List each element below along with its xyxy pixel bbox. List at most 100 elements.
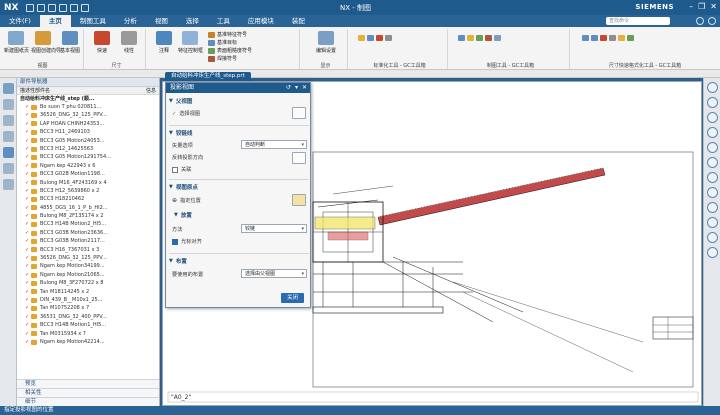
navigator-tree-item[interactable]: ✓ 4855_DGS_16_1_P_b_HI2... (17, 204, 159, 212)
undo-icon[interactable] (37, 3, 45, 12)
draft-tool-icon-2[interactable] (467, 35, 474, 41)
navigator-tree-item[interactable]: ✓ Bulong M16_4F243169 x 4 (17, 179, 159, 187)
navigator-tree-item[interactable]: ✓ Ngam kep 422943 x 6 (17, 162, 159, 170)
datum-target-button[interactable]: 基准目标 (208, 39, 237, 46)
specify-location-row[interactable]: ⊕ 指定位置 (172, 197, 201, 204)
linear-dimension-button[interactable]: 线性 (117, 31, 141, 54)
navigator-tree-item[interactable]: ✓ BCC3 G03B Motion23636... (17, 229, 159, 237)
navigator-tree-item[interactable]: ✓ Bulong M8_3F270722 x 8 (17, 279, 159, 287)
std-tool-icon-2[interactable] (367, 35, 374, 41)
redo-icon[interactable] (48, 3, 56, 12)
fit-view-icon[interactable] (706, 82, 718, 93)
associative-checkbox[interactable] (172, 166, 178, 173)
surface-finish-button[interactable]: 表面粗糙度符号 (208, 47, 252, 54)
tab-home[interactable]: 主页 (39, 15, 71, 27)
navigator-tree-item[interactable]: ✓ BCC3 G05 Motion24053... (17, 137, 159, 145)
navigator-tree-item[interactable]: ✓ BCC3 G03B Motion2117... (17, 237, 159, 245)
method-select[interactable]: 铰链 (241, 224, 307, 233)
navigator-tree-item[interactable]: ✓ BCC3 H12_5639860 x 2 (17, 187, 159, 195)
datum-feature-symbol-button[interactable]: 基准特征符号 (208, 31, 247, 38)
feature-control-frame-button[interactable]: 特征控制框 (178, 31, 203, 54)
tab-file[interactable]: 文件(F) (0, 15, 40, 27)
navigator-tree-item[interactable]: ✓ 36526_DNG_32_125_PPV... (17, 111, 159, 119)
navigator-tree-item[interactable]: ✓ DIN_439_B__M10x1_25... (17, 296, 159, 304)
draft-tool-icon-4[interactable] (485, 35, 492, 41)
cursor-align-checkbox[interactable] (172, 238, 178, 245)
minimize-icon[interactable]: – (689, 2, 693, 12)
section-view-origin[interactable]: ▼ 视图原点 (169, 183, 309, 191)
navigator-tree-item[interactable]: ✓ Bo suon T phu 020811... (17, 103, 159, 111)
column-name[interactable]: 描述性部件名 (20, 87, 50, 94)
navigator-tree-item[interactable]: ✓ Ngam kep Motion42214... (17, 338, 159, 346)
web-browser-icon[interactable] (2, 147, 14, 158)
base-view-button[interactable]: 基本视图 (58, 31, 82, 54)
assembly-navigator-icon[interactable] (2, 99, 14, 110)
format-tool-icon-2[interactable] (591, 35, 598, 41)
associative-row[interactable]: 关联 (172, 166, 191, 173)
tab-assemblies[interactable]: 装配 (283, 15, 314, 27)
measure-icon[interactable] (706, 217, 718, 228)
column-info[interactable]: 信息 (146, 87, 156, 94)
std-tool-icon-4[interactable] (385, 35, 392, 41)
layout-target-select[interactable]: 选择由父视图 (241, 269, 307, 278)
preview-panel-toggle[interactable]: 预览 (17, 379, 159, 388)
edit-settings-button[interactable]: 编辑设置 (314, 31, 338, 54)
snap-icon[interactable] (706, 187, 718, 198)
navigator-tree-item[interactable]: ✓ BCC3 H12_14625563 (17, 145, 159, 153)
view-wizard-button[interactable]: 视图创建向导 (31, 31, 61, 54)
refresh-icon[interactable] (706, 142, 718, 153)
selection-icon[interactable] (706, 247, 718, 258)
dependencies-panel-toggle[interactable]: 相关性 (17, 388, 159, 397)
filter-icon[interactable] (706, 232, 718, 243)
help-icon[interactable] (696, 17, 704, 25)
section-layout[interactable]: ▼ 布置 (169, 257, 309, 265)
section-hinge-line[interactable]: ▼ 铰链线 (169, 129, 309, 137)
close-icon[interactable]: ✕ (710, 2, 717, 12)
copy-icon[interactable] (70, 3, 78, 12)
save-icon[interactable] (26, 3, 34, 12)
vector-option-select[interactable]: 自动判断 (241, 140, 307, 149)
navigator-tree-item[interactable]: ✓ Ngam kep Motion21065... (17, 271, 159, 279)
details-panel-toggle[interactable]: 细节 (17, 397, 159, 406)
history-icon[interactable] (2, 163, 14, 174)
navigator-tree-item[interactable]: ✓ Tan M0315934 x 7 (17, 330, 159, 338)
pan-icon[interactable] (706, 112, 718, 123)
select-view-row[interactable]: ✓ 选择视图 (172, 110, 200, 118)
constraint-navigator-icon[interactable] (2, 115, 14, 126)
draft-tool-icon-5[interactable] (494, 35, 501, 41)
navigator-root-node[interactable]: 自动给料冲床生产线_step (顺... (17, 95, 159, 103)
part-navigator-icon[interactable] (2, 83, 14, 94)
navigator-tree-item[interactable]: ✓ 36531_DNG_32_400_PPV... (17, 313, 159, 321)
format-tool-icon-6[interactable] (627, 35, 634, 41)
navigator-tree-item[interactable]: ✓ BCC3 G05 Motion1291754... (17, 153, 159, 161)
format-tool-icon-5[interactable] (618, 35, 625, 41)
navigator-tree-item[interactable]: ✓ 36526_DNG_32_125_PPV... (17, 254, 159, 262)
section-placement[interactable]: ▼ 放置 (174, 211, 314, 219)
close-button[interactable]: 关闭 (281, 293, 304, 303)
zoom-icon[interactable] (706, 97, 718, 108)
rapid-dimension-button[interactable]: 快速 (90, 31, 114, 54)
std-tool-icon-1[interactable] (358, 35, 365, 41)
navigator-tree-item[interactable]: ✓ BCC3 H11_2469103 (17, 128, 159, 136)
cursor-align-row[interactable]: 光标对齐 (172, 238, 202, 245)
tab-analysis[interactable]: 分析 (115, 15, 146, 27)
navigator-tree-item[interactable]: ✓ LAP HOAN CHINH24353... (17, 120, 159, 128)
rotate-icon[interactable] (706, 127, 718, 138)
section-parent-view[interactable]: ▼ 父视图 (169, 97, 309, 105)
navigator-tree-item[interactable]: ✓ BCC3 G02B Motion1198... (17, 170, 159, 178)
navigator-tree-item[interactable]: ✓ BCC3 H14B Motion2_HI5... (17, 220, 159, 228)
settings-icon[interactable] (708, 17, 716, 25)
draft-tool-icon-1[interactable] (458, 35, 465, 41)
reverse-direction-button[interactable] (292, 152, 306, 164)
cut-icon[interactable] (59, 3, 67, 12)
std-tool-icon-3[interactable] (376, 35, 383, 41)
dialog-options-icon[interactable]: ▾ (295, 83, 298, 93)
document-tab[interactable]: 自动给料冲床生产线_step.prt (165, 72, 251, 81)
navigator-tree-item[interactable]: ✓ BCC3 H18210462 (17, 195, 159, 203)
tab-drafting-tools[interactable]: 制图工具 (71, 15, 115, 27)
navigator-tree-item[interactable]: ✓ Tan M10752208 x 7 (17, 304, 159, 312)
grid-icon[interactable] (706, 202, 718, 213)
specify-location-button[interactable] (292, 194, 306, 206)
weld-symbol-button[interactable]: 焊接符号 (208, 55, 237, 62)
reuse-library-icon[interactable] (2, 131, 14, 142)
